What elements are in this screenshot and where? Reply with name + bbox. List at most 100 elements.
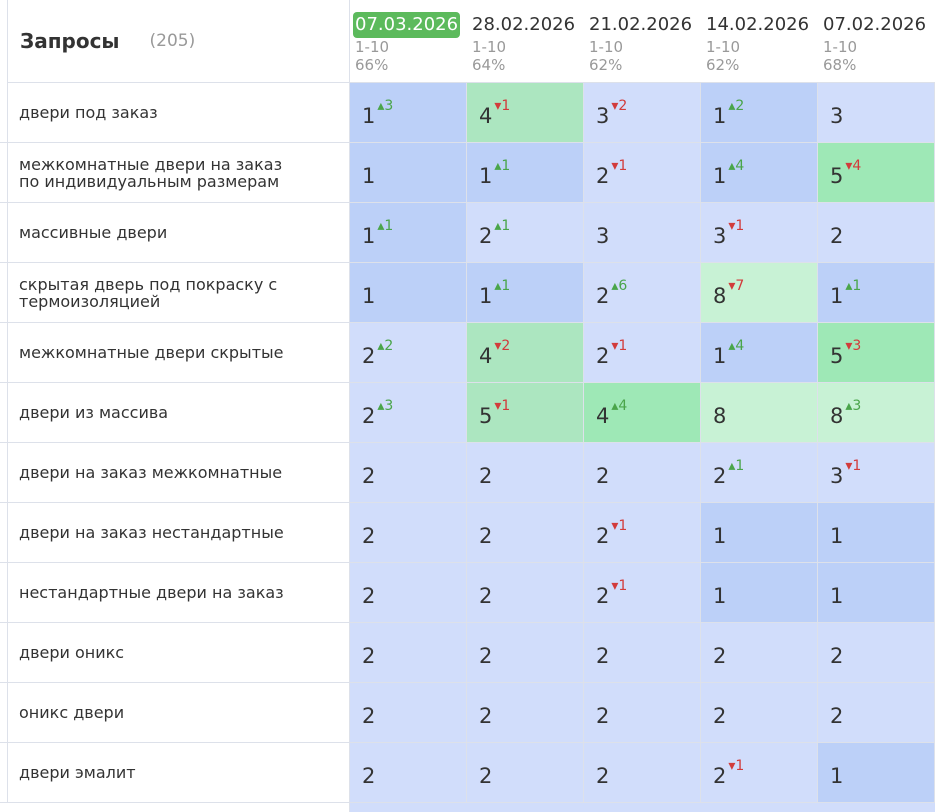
position-cell[interactable]: 5 ▾1 bbox=[467, 383, 584, 443]
position-cell[interactable]: 2 ▾1 bbox=[584, 323, 701, 383]
position-cell[interactable]: 2 bbox=[818, 683, 935, 743]
position-cell[interactable]: 4 ▾1 bbox=[467, 83, 584, 143]
position-cell[interactable]: 3 bbox=[818, 83, 935, 143]
queries-title[interactable]: Запросы bbox=[20, 29, 120, 53]
change-value: 2 bbox=[618, 97, 628, 114]
row-edge-left bbox=[0, 563, 8, 623]
date-label[interactable]: 21.02.2026 bbox=[587, 12, 694, 38]
position-cell[interactable]: 2 ▴3 bbox=[350, 383, 467, 443]
position-cell[interactable]: 2 bbox=[467, 743, 584, 803]
position-cell[interactable]: 2 bbox=[350, 743, 467, 803]
position-cell[interactable]: 2 ▾1 bbox=[584, 503, 701, 563]
query-cell[interactable]: двери эмалит bbox=[8, 743, 350, 803]
position-cell[interactable]: 1 ▴1 bbox=[350, 203, 467, 263]
position-cell[interactable]: 1 ▴1 bbox=[467, 263, 584, 323]
date-label[interactable]: 28.02.2026 bbox=[470, 12, 577, 38]
position-cell[interactable]: 2 ▾1 bbox=[584, 143, 701, 203]
position-cell[interactable]: 2 bbox=[584, 743, 701, 803]
position-cell[interactable]: 4 ▾2 bbox=[467, 323, 584, 383]
date-column-header[interactable]: 07.03.2026 1-10 66% bbox=[350, 0, 467, 83]
query-cell[interactable]: двери под заказ bbox=[8, 83, 350, 143]
row-edge-right bbox=[935, 743, 946, 803]
position-cell[interactable]: 1 ▴1 bbox=[467, 143, 584, 203]
query-cell[interactable]: нестандартные двери на заказ bbox=[8, 563, 350, 623]
position-value: 1 bbox=[713, 583, 727, 608]
position-cell[interactable]: 1 ▴2 bbox=[701, 83, 818, 143]
position-cell[interactable]: 8 ▾7 bbox=[701, 263, 818, 323]
position-cell[interactable]: 2 bbox=[467, 443, 584, 503]
position-down-change: ▾2 bbox=[611, 98, 627, 114]
partial-row bbox=[467, 803, 584, 812]
position-cell[interactable]: 1 ▴4 bbox=[701, 143, 818, 203]
position-cell[interactable]: 2 ▴2 bbox=[350, 323, 467, 383]
position-cell[interactable]: 2 ▾1 bbox=[701, 743, 818, 803]
position-cell[interactable]: 1 bbox=[350, 143, 467, 203]
position-cell[interactable]: 2 bbox=[350, 503, 467, 563]
change-value: 1 bbox=[501, 217, 511, 234]
row-edge-right bbox=[935, 323, 946, 383]
query-cell[interactable]: межкомнатные двери на заказ по индивидуа… bbox=[8, 143, 350, 203]
date-label[interactable]: 07.02.2026 bbox=[821, 12, 928, 38]
position-cell[interactable]: 1 bbox=[350, 263, 467, 323]
position-value: 2 bbox=[596, 343, 610, 368]
query-cell[interactable]: скрытая дверь под покраску с термоизоляц… bbox=[8, 263, 350, 323]
position-cell[interactable]: 3 ▾1 bbox=[818, 443, 935, 503]
date-label[interactable]: 14.02.2026 bbox=[704, 12, 811, 38]
position-cell[interactable]: 2 bbox=[467, 623, 584, 683]
position-value: 2 bbox=[362, 583, 376, 608]
position-cell[interactable]: 3 bbox=[584, 203, 701, 263]
query-text: двери эмалит bbox=[19, 763, 136, 782]
query-cell[interactable]: двери из массива bbox=[8, 383, 350, 443]
query-cell[interactable]: межкомнатные двери скрытые bbox=[8, 323, 350, 383]
date-label[interactable]: 07.03.2026 bbox=[353, 12, 461, 38]
position-cell[interactable]: 1 ▴4 bbox=[701, 323, 818, 383]
position-cell[interactable]: 8 ▴3 bbox=[818, 383, 935, 443]
change-value: 4 bbox=[735, 337, 745, 354]
position-cell[interactable]: 2 bbox=[818, 623, 935, 683]
position-cell[interactable]: 5 ▾4 bbox=[818, 143, 935, 203]
position-cell[interactable]: 3 ▾1 bbox=[701, 203, 818, 263]
position-cell[interactable]: 1 ▴3 bbox=[350, 83, 467, 143]
position-cell[interactable]: 2 ▴1 bbox=[701, 443, 818, 503]
position-cell[interactable]: 5 ▾3 bbox=[818, 323, 935, 383]
date-column-header[interactable]: 21.02.2026 1-10 62% bbox=[584, 0, 701, 83]
change-value: 1 bbox=[852, 277, 862, 294]
date-column-header[interactable]: 07.02.2026 1-10 68% bbox=[818, 0, 935, 83]
date-column-header[interactable]: 14.02.2026 1-10 62% bbox=[701, 0, 818, 83]
position-cell[interactable]: 2 ▾1 bbox=[584, 563, 701, 623]
position-cell[interactable]: 3 ▾2 bbox=[584, 83, 701, 143]
position-cell[interactable]: 2 bbox=[350, 623, 467, 683]
date-range: 1-10 bbox=[823, 38, 858, 56]
position-cell[interactable]: 2 bbox=[584, 623, 701, 683]
position-cell[interactable]: 2 bbox=[467, 503, 584, 563]
position-cell[interactable]: 1 bbox=[818, 743, 935, 803]
position-cell[interactable]: 2 bbox=[350, 683, 467, 743]
position-cell[interactable]: 1 bbox=[701, 563, 818, 623]
position-cell[interactable]: 2 bbox=[350, 443, 467, 503]
position-cell[interactable]: 1 bbox=[818, 563, 935, 623]
query-cell[interactable]: двери оникс bbox=[8, 623, 350, 683]
position-cell[interactable]: 2 bbox=[584, 683, 701, 743]
position-cell[interactable]: 2 bbox=[584, 443, 701, 503]
query-cell[interactable]: оникс двери bbox=[8, 683, 350, 743]
position-cell[interactable]: 2 bbox=[467, 563, 584, 623]
position-cell[interactable]: 4 ▴4 bbox=[584, 383, 701, 443]
position-cell[interactable]: 2 ▴1 bbox=[467, 203, 584, 263]
date-range: 1-10 bbox=[706, 38, 741, 56]
date-column-header[interactable]: 28.02.2026 1-10 64% bbox=[467, 0, 584, 83]
position-cell[interactable]: 2 bbox=[467, 683, 584, 743]
position-cell[interactable]: 1 ▴1 bbox=[818, 263, 935, 323]
query-cell[interactable]: двери на заказ межкомнатные bbox=[8, 443, 350, 503]
row-edge-right bbox=[935, 143, 946, 203]
position-cell[interactable]: 1 bbox=[701, 503, 818, 563]
position-cell[interactable]: 2 bbox=[701, 623, 818, 683]
position-cell[interactable]: 2 ▴6 bbox=[584, 263, 701, 323]
query-cell[interactable]: массивные двери bbox=[8, 203, 350, 263]
position-up-change: ▴4 bbox=[728, 158, 744, 174]
position-cell[interactable]: 2 bbox=[350, 563, 467, 623]
position-cell[interactable]: 2 bbox=[818, 203, 935, 263]
position-cell[interactable]: 2 bbox=[701, 683, 818, 743]
position-cell[interactable]: 1 bbox=[818, 503, 935, 563]
query-cell[interactable]: двери на заказ нестандартные bbox=[8, 503, 350, 563]
position-cell[interactable]: 8 bbox=[701, 383, 818, 443]
